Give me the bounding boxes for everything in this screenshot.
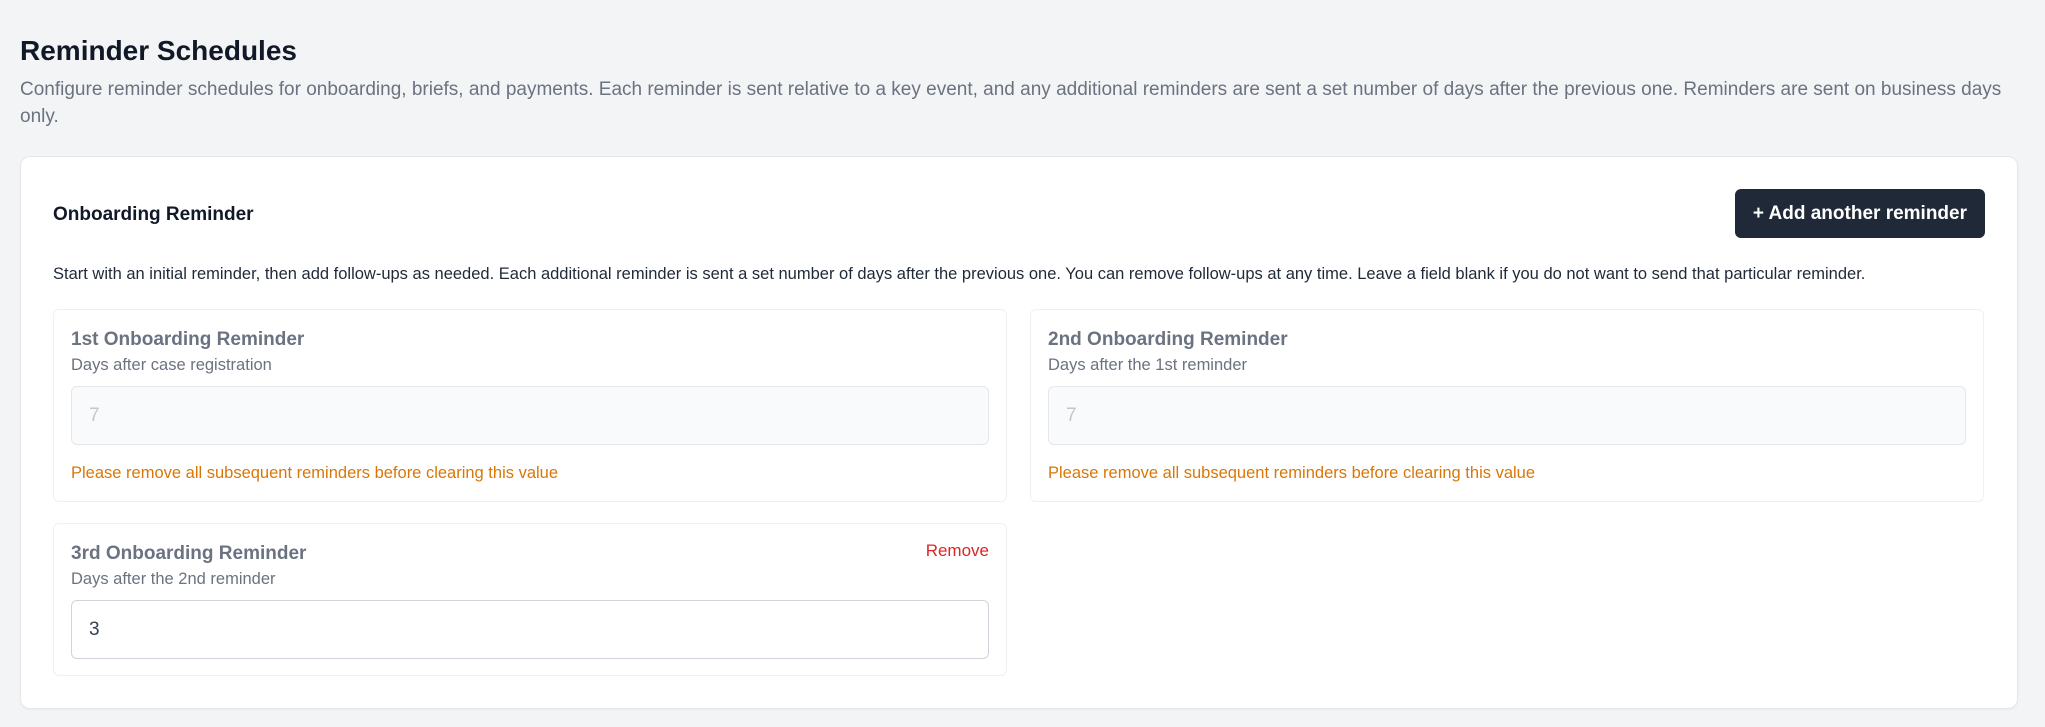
page-title: Reminder Schedules [20,35,297,66]
reminder-2-warning: Please remove all subsequent reminders b… [1048,464,1536,482]
reminder-2-title: 2nd Onboarding Reminder [1048,329,1288,350]
reminder-3-subtitle: Days after the 2nd reminder [71,570,276,588]
reminder-3-days-input[interactable] [71,600,989,659]
reminder-3-remove-link[interactable]: Remove [926,540,989,562]
reminder-1-box: 1st Onboarding Reminder Days after case … [53,309,1007,502]
reminder-1-title: 1st Onboarding Reminder [71,329,305,350]
reminder-1-warning: Please remove all subsequent reminders b… [71,464,559,482]
add-another-reminder-button[interactable]: + Add another reminder [1734,189,1985,238]
reminder-2-box: 2nd Onboarding Reminder Days after the 1… [1030,309,1984,502]
reminder-3-box: 3rd Onboarding Reminder Remove Days afte… [53,523,1007,676]
reminder-1-days-input[interactable] [71,386,989,445]
reminder-1-subtitle: Days after case registration [71,356,272,374]
onboarding-reminder-card: Onboarding Reminder + Add another remind… [20,156,2018,709]
page-description: Configure reminder schedules for onboard… [20,79,2002,127]
section-title: Onboarding Reminder [53,204,254,225]
reminder-3-title: 3rd Onboarding Reminder [71,543,307,564]
reminder-2-subtitle: Days after the 1st reminder [1048,356,1247,374]
reminder-2-days-input[interactable] [1048,386,1966,445]
section-description: Start with an initial reminder, then add… [53,265,1866,283]
